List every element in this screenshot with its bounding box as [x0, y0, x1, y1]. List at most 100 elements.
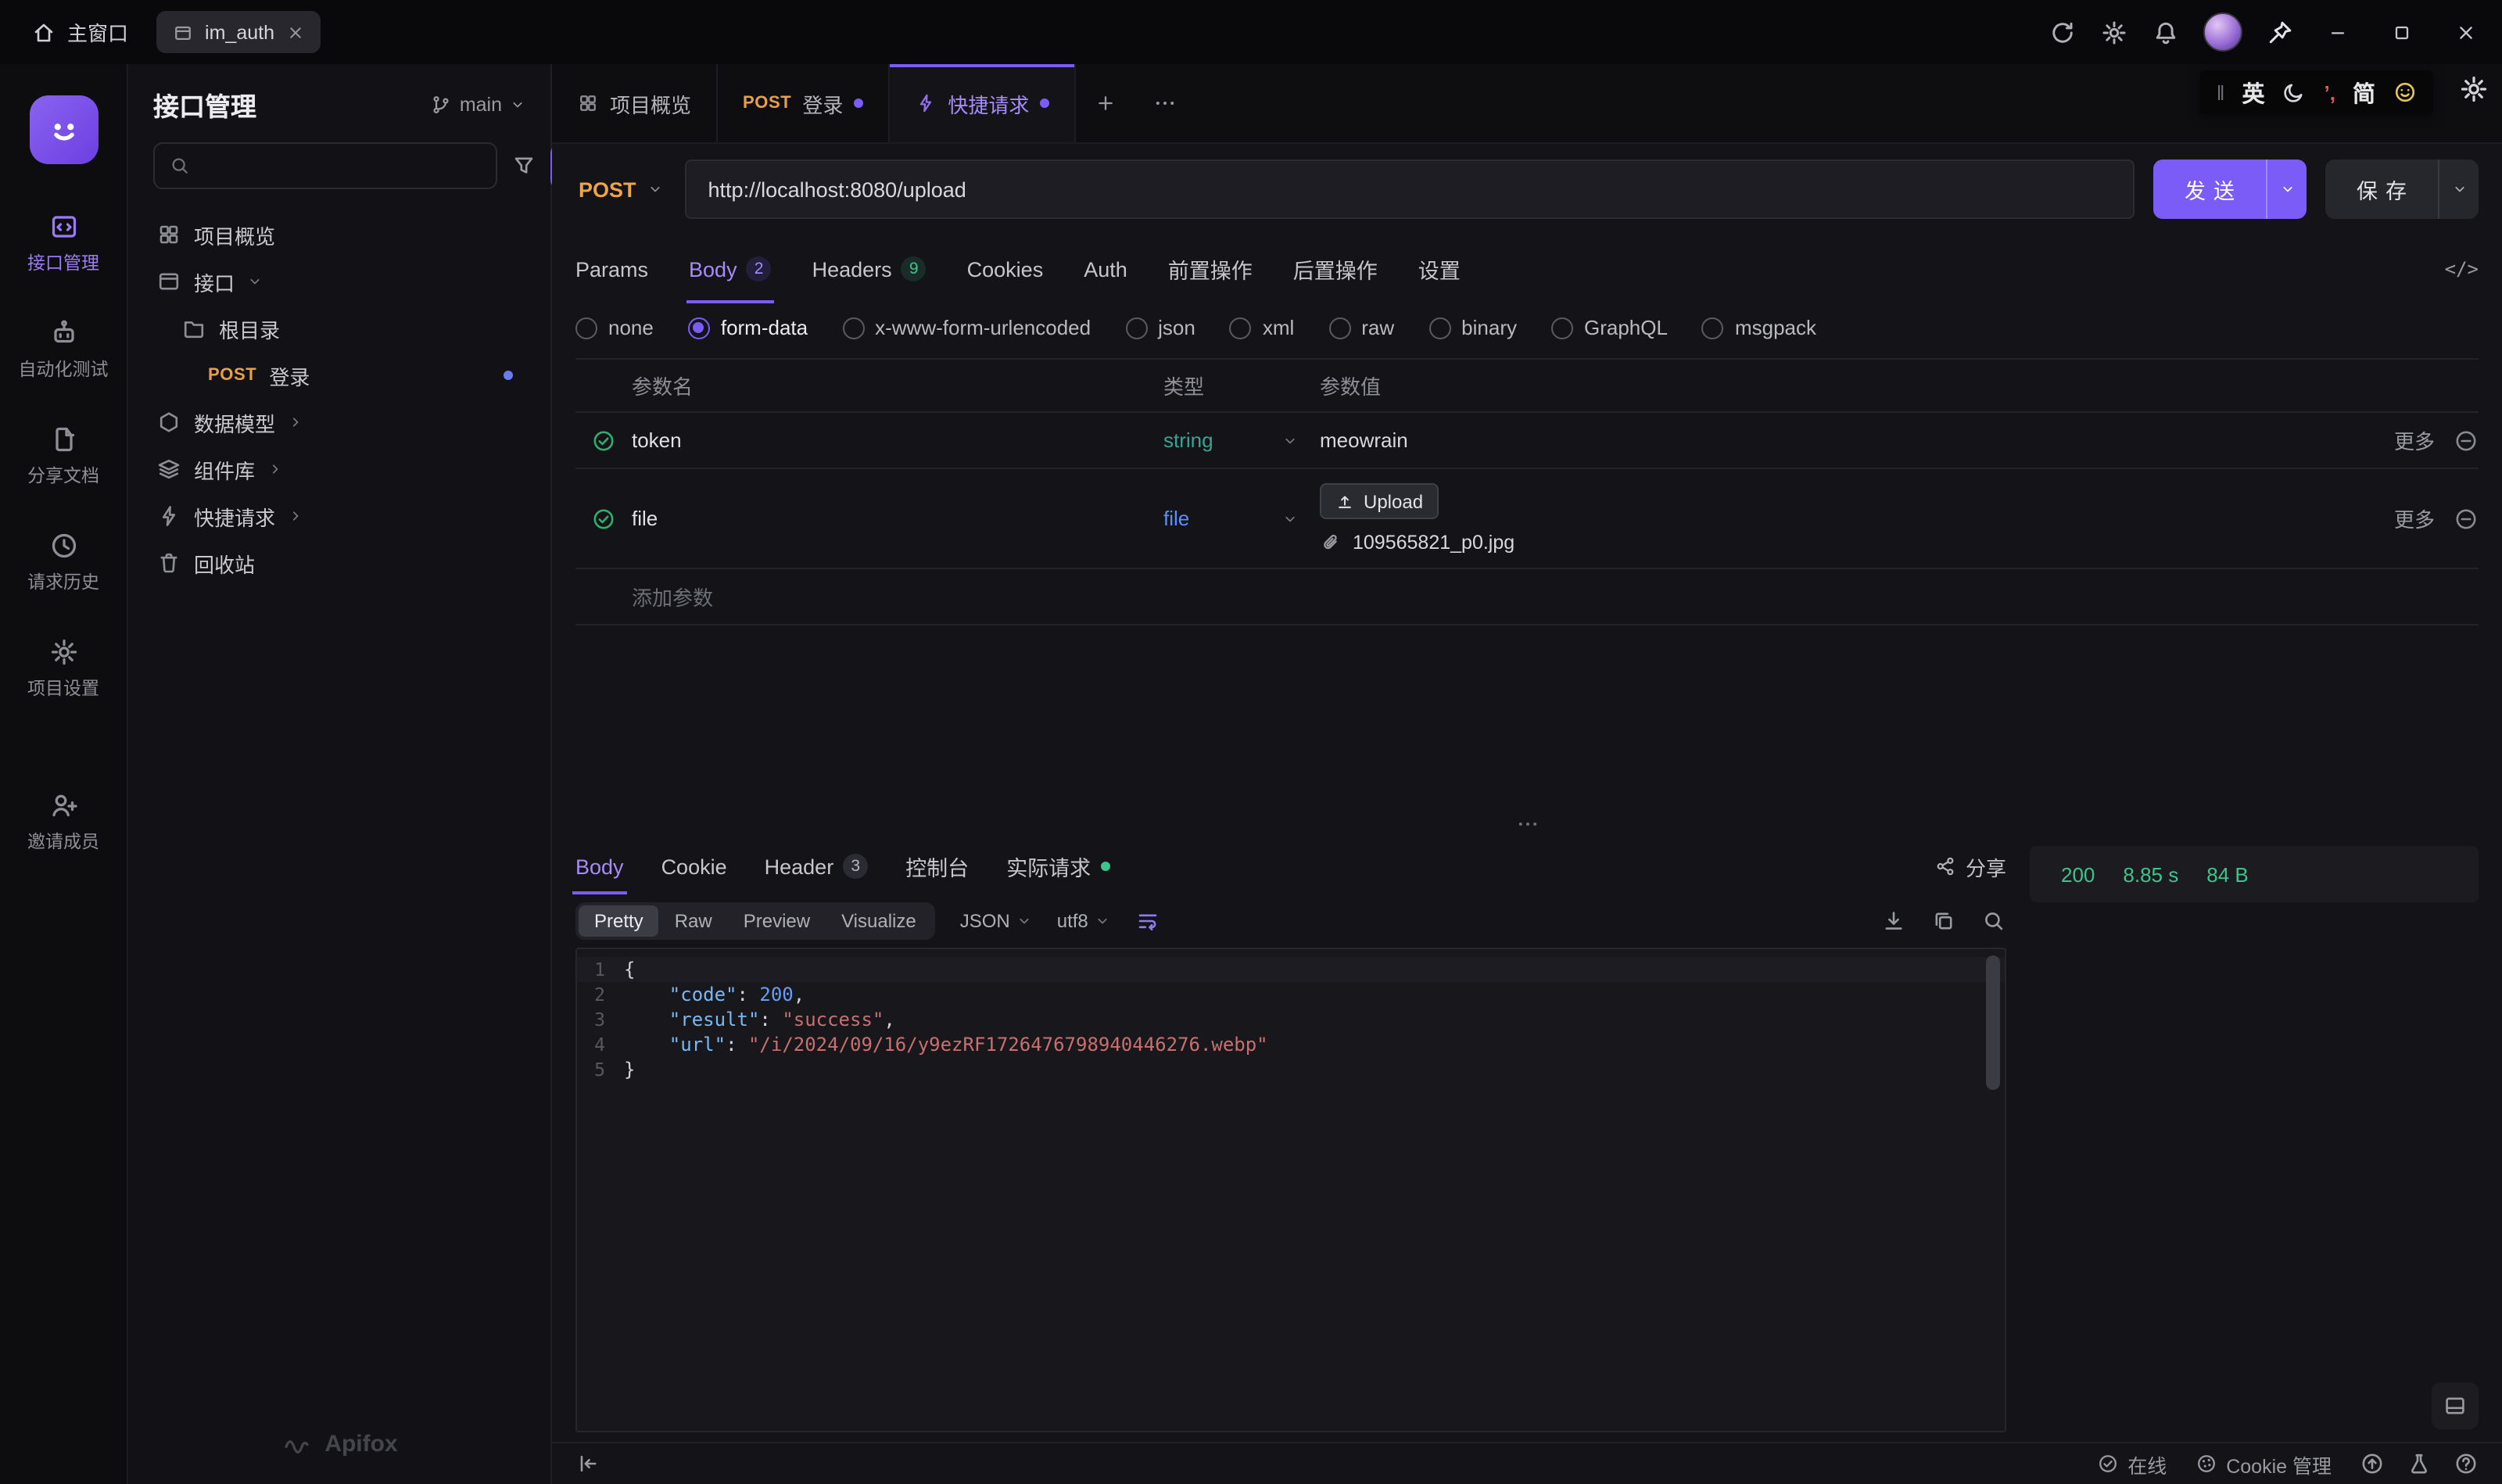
tab-response-cookie[interactable]: Cookie	[661, 838, 727, 894]
radio-xml[interactable]: xml	[1230, 316, 1294, 339]
tab-headers[interactable]: Headers 9	[812, 235, 927, 303]
radio-raw[interactable]: raw	[1328, 316, 1394, 339]
tab-quick-request[interactable]: 快捷请求	[890, 64, 1076, 142]
rail-item-api-manage[interactable]: 接口管理	[27, 211, 99, 275]
tree-item-api[interactable]: 接口	[141, 258, 538, 305]
branch-selector[interactable]: main	[430, 94, 525, 116]
download-icon[interactable]	[1881, 909, 1906, 934]
mode-raw[interactable]: Raw	[659, 905, 728, 937]
search-box[interactable]	[153, 142, 497, 189]
ime-simplified[interactable]: 简	[2353, 76, 2375, 109]
sync-icon[interactable]	[2049, 18, 2077, 46]
pin-icon[interactable]	[2266, 18, 2294, 46]
tree-item-overview[interactable]: 项目概览	[141, 211, 538, 258]
tab-post-login[interactable]: POST 登录	[718, 64, 890, 142]
help-icon[interactable]	[2454, 1451, 2479, 1476]
tab-overflow-button[interactable]	[1135, 64, 1195, 142]
attached-file[interactable]: 109565821_p0.jpg	[1320, 532, 2335, 554]
param-name[interactable]: file	[632, 507, 1163, 530]
app-logo[interactable]	[29, 95, 98, 164]
online-status[interactable]: 在线	[2096, 1449, 2167, 1479]
ime-drag-handle[interactable]: ‖	[2217, 81, 2225, 104]
emoji-icon[interactable]	[2393, 80, 2418, 105]
encoding-select[interactable]: utf8	[1057, 910, 1110, 932]
remove-row-icon[interactable]	[2454, 506, 2479, 531]
remove-row-icon[interactable]	[2454, 428, 2479, 453]
tab-auth[interactable]: Auth	[1084, 235, 1127, 303]
rail-item-auto-test[interactable]: 自动化测试	[19, 317, 109, 382]
main-window-tab[interactable]: 主窗口	[16, 17, 144, 47]
mode-visualize[interactable]: Visualize	[826, 905, 932, 937]
tab-actual-request[interactable]: 实际请求	[1006, 838, 1109, 894]
layout-toggle-button[interactable]	[2432, 1382, 2479, 1429]
tab-response-header[interactable]: Header 3	[765, 838, 869, 894]
radio-binary[interactable]: binary	[1428, 316, 1517, 339]
avatar[interactable]	[2203, 13, 2242, 52]
cookie-manager[interactable]: Cookie 管理	[2195, 1449, 2332, 1479]
radio-none[interactable]: none	[575, 316, 654, 339]
radio-graphql[interactable]: GraphQL	[1551, 316, 1668, 339]
notifications-icon[interactable]	[2152, 18, 2180, 46]
tab-response-body[interactable]: Body	[575, 838, 624, 894]
ime-language[interactable]: 英	[2242, 76, 2265, 109]
ime-settings-icon[interactable]	[2458, 73, 2489, 105]
param-name[interactable]: token	[632, 428, 1163, 452]
add-param-row[interactable]: 添加参数	[575, 569, 2479, 626]
tab-params[interactable]: Params	[575, 235, 648, 303]
radio-msgpack[interactable]: msgpack	[1702, 316, 1816, 339]
tree-item-data-model[interactable]: 数据模型	[141, 399, 538, 446]
updates-icon[interactable]	[2360, 1451, 2385, 1476]
close-icon[interactable]	[285, 23, 304, 41]
search-input[interactable]	[200, 152, 482, 179]
editor-scrollbar[interactable]	[1986, 955, 2000, 1090]
rail-item-project-settings[interactable]: 项目设置	[27, 636, 99, 701]
rail-item-history[interactable]: 请求历史	[27, 530, 99, 594]
format-select[interactable]: JSON	[960, 910, 1032, 932]
panel-splitter[interactable]	[552, 810, 2502, 838]
radio-urlencoded[interactable]: x-www-form-urlencoded	[842, 316, 1091, 339]
collapse-sidebar-icon[interactable]	[575, 1451, 600, 1476]
tree-item-quick-request[interactable]: 快捷请求	[141, 493, 538, 539]
rail-item-share-docs[interactable]: 分享文档	[27, 424, 99, 488]
tab-project-overview[interactable]: 项目概览	[552, 64, 718, 142]
save-button[interactable]: 保存	[2325, 160, 2479, 219]
more-button[interactable]: 更多	[2394, 425, 2435, 455]
tab-cookies[interactable]: Cookies	[967, 235, 1044, 303]
row-enabled-checkbox[interactable]	[575, 506, 632, 531]
response-editor[interactable]: 1{ 2 "code": 200, 3 "result": "success",…	[575, 948, 2006, 1432]
more-button[interactable]: 更多	[2394, 504, 2435, 533]
close-window-button[interactable]	[2446, 12, 2486, 52]
upload-button[interactable]: Upload	[1320, 483, 1439, 519]
send-button[interactable]: 发送	[2153, 160, 2307, 219]
param-value[interactable]: meowrain	[1320, 428, 2335, 452]
moon-icon[interactable]	[2282, 80, 2307, 105]
minimize-button[interactable]	[2317, 12, 2358, 52]
word-wrap-toggle[interactable]	[1135, 909, 1160, 934]
tab-settings[interactable]: 设置	[1418, 235, 1461, 303]
settings-gear-icon[interactable]	[2100, 18, 2128, 46]
lab-icon[interactable]	[2407, 1451, 2432, 1476]
maximize-button[interactable]	[2382, 12, 2422, 52]
tree-item-components[interactable]: 组件库	[141, 446, 538, 493]
rail-item-invite[interactable]: 邀请成员	[27, 790, 99, 854]
method-select[interactable]: POST	[575, 177, 666, 201]
share-button[interactable]: 分享	[1934, 851, 2006, 881]
send-options-button[interactable]	[2266, 160, 2307, 219]
tab-pre-ops[interactable]: 前置操作	[1168, 235, 1253, 303]
tree-item-root-folder[interactable]: 根目录	[141, 305, 538, 352]
tree-item-post-login[interactable]: POST 登录	[141, 352, 538, 399]
code-view-button[interactable]: </>	[2445, 258, 2479, 280]
new-tab-button[interactable]	[1076, 64, 1135, 142]
url-input[interactable]	[685, 160, 2135, 219]
row-enabled-checkbox[interactable]	[575, 428, 632, 453]
ime-punctuation[interactable]: ’,	[2325, 81, 2335, 104]
param-type-select[interactable]: file	[1163, 507, 1320, 530]
param-type-select[interactable]: string	[1163, 428, 1320, 452]
project-tab-im-auth[interactable]: im_auth	[156, 11, 320, 53]
save-options-button[interactable]	[2438, 160, 2479, 219]
tab-console[interactable]: 控制台	[905, 838, 969, 894]
radio-form-data[interactable]: form-data	[688, 316, 808, 339]
tab-body[interactable]: Body 2	[689, 235, 772, 303]
filter-button[interactable]	[511, 153, 536, 178]
search-icon[interactable]	[1981, 909, 2006, 934]
